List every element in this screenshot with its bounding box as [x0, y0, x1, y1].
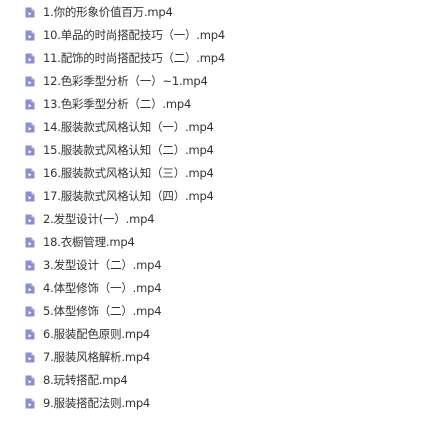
video-file-icon: [25, 53, 35, 64]
video-file-icon: [25, 237, 35, 248]
file-name: 11.配饰的时尚搭配技巧（二）.mp4: [43, 51, 225, 65]
file-name: 18.衣橱管理.mp4: [43, 235, 135, 249]
list-item[interactable]: 9.服装搭配法则.mp4: [0, 392, 430, 415]
list-item[interactable]: 11.配饰的时尚搭配技巧（二）.mp4: [0, 47, 430, 70]
list-item[interactable]: 5.体型修饰（二）.mp4: [0, 300, 430, 323]
file-name: 3.发型设计（二）.mp4: [43, 258, 162, 272]
list-item[interactable]: 14.服装款式风格认知（一）.mp4: [0, 116, 430, 139]
video-file-icon: [25, 260, 35, 271]
file-list: 1.你的形象价值百万.mp4 10.单品的时尚搭配技巧（一）.mp4 11.配饰…: [0, 0, 430, 427]
list-item[interactable]: 18.衣橱管理.mp4: [0, 231, 430, 254]
list-item[interactable]: 4.体型修饰（一）.mp4: [0, 277, 430, 300]
file-name: 4.体型修饰（一）.mp4: [43, 281, 162, 295]
video-file-icon: [25, 122, 35, 133]
file-name: 16.服装款式风格认知（三）.mp4: [43, 166, 214, 180]
file-name: 1.你的形象价值百万.mp4: [43, 5, 173, 19]
file-name: 12.色彩季型分析（一）~1.mp4: [43, 74, 208, 88]
video-file-icon: [25, 283, 35, 294]
list-item[interactable]: 13.色彩季型分析（二）.mp4: [0, 93, 430, 116]
file-name: 2.发型设计(一）.mp4: [43, 212, 155, 226]
video-file-icon: [25, 30, 35, 41]
video-file-icon: [25, 352, 35, 363]
list-item[interactable]: 1.你的形象价值百万.mp4: [0, 1, 430, 24]
video-file-icon: [25, 375, 35, 386]
list-item[interactable]: 3.发型设计（二）.mp4: [0, 254, 430, 277]
video-file-icon: [25, 191, 35, 202]
video-file-icon: [25, 306, 35, 317]
file-name: 8.玩转搭配.mp4: [43, 373, 128, 387]
video-file-icon: [25, 99, 35, 110]
list-item[interactable]: 2.发型设计(一）.mp4: [0, 208, 430, 231]
video-file-icon: [25, 145, 35, 156]
video-file-icon: [25, 76, 35, 87]
file-name: 10.单品的时尚搭配技巧（一）.mp4: [43, 28, 225, 42]
list-item[interactable]: 15.服装款式风格认知（二）.mp4: [0, 139, 430, 162]
list-item[interactable]: 16.服装款式风格认知（三）.mp4: [0, 162, 430, 185]
list-item[interactable]: 7.服装风格解析.mp4: [0, 346, 430, 369]
list-item[interactable]: 17.服装款式风格认知（四）.mp4: [0, 185, 430, 208]
file-name: 17.服装款式风格认知（四）.mp4: [43, 189, 214, 203]
file-name: 13.色彩季型分析（二）.mp4: [43, 97, 192, 111]
video-file-icon: [25, 168, 35, 179]
video-file-icon: [25, 329, 35, 340]
video-file-icon: [25, 398, 35, 409]
list-item[interactable]: 10.单品的时尚搭配技巧（一）.mp4: [0, 24, 430, 47]
list-item[interactable]: 8.玩转搭配.mp4: [0, 369, 430, 392]
video-file-icon: [25, 214, 35, 225]
file-name: 14.服装款式风格认知（一）.mp4: [43, 120, 214, 134]
file-name: 6.服装配色原则.mp4: [43, 327, 151, 341]
list-item[interactable]: 6.服装配色原则.mp4: [0, 323, 430, 346]
video-file-icon: [25, 7, 35, 18]
file-name: 15.服装款式风格认知（二）.mp4: [43, 143, 214, 157]
file-name: 7.服装风格解析.mp4: [43, 350, 151, 364]
file-name: 5.体型修饰（二）.mp4: [43, 304, 162, 318]
list-item[interactable]: 12.色彩季型分析（一）~1.mp4: [0, 70, 430, 93]
file-name: 9.服装搭配法则.mp4: [43, 396, 151, 410]
